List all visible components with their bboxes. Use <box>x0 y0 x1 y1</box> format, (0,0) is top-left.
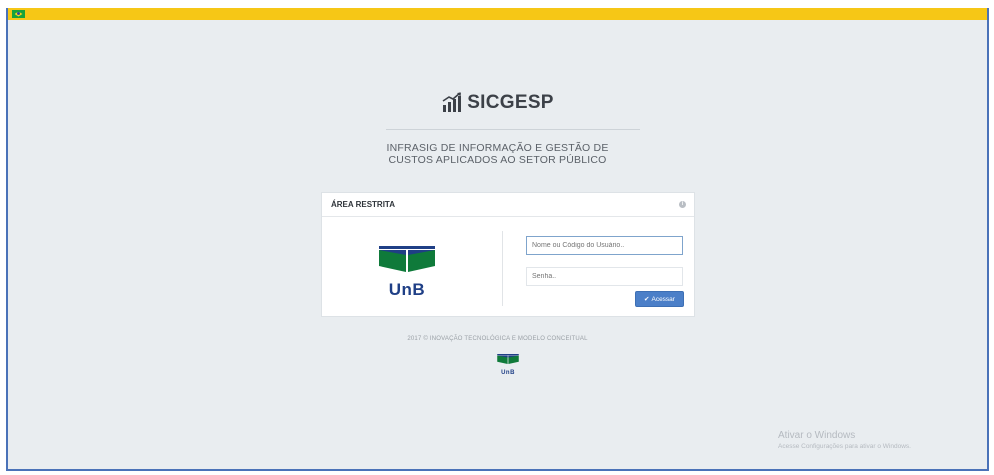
unb-logo-text: UnB <box>388 280 426 299</box>
footer-unb-logo: UnB <box>497 351 519 376</box>
subtitle-line-2: CUSTOS APLICADOS AO SETOR PÚBLICO <box>388 154 607 166</box>
unb-logo: UnB <box>379 246 435 300</box>
windows-activation-watermark: Ativar o Windows Acesse Configurações pa… <box>778 430 911 450</box>
login-panel-header: ÁREA RESTRITA i <box>322 193 694 217</box>
app-subtitle: INFRASIG DE INFORMAÇÃO E GESTÃO DE CUSTO… <box>8 142 987 166</box>
app-logo: SICGESP <box>8 92 987 114</box>
chart-growth-icon <box>442 92 462 112</box>
login-button-label: Acessar <box>651 295 675 303</box>
subtitle-line-1: INFRASIG DE INFORMAÇÃO E GESTÃO DE <box>386 142 609 154</box>
app-name: SICGESP <box>467 92 554 113</box>
login-panel: ÁREA RESTRITA i UnB ✔ Acessar <box>321 192 695 317</box>
unb-emblem-icon <box>379 246 435 272</box>
watermark-title: Ativar o Windows <box>778 430 856 441</box>
password-input[interactable] <box>526 267 683 286</box>
brazil-flag-icon[interactable] <box>12 10 25 18</box>
footer-copyright: 2017 © INOVAÇÃO TECNOLÓGICA E MODELO CON… <box>407 336 588 342</box>
username-input[interactable] <box>526 236 683 255</box>
panel-separator <box>502 231 503 306</box>
login-panel-title: ÁREA RESTRITA <box>331 200 395 209</box>
browser-viewport: SICGESP INFRASIG DE INFORMAÇÃO E GESTÃO … <box>6 8 989 471</box>
login-button[interactable]: ✔ Acessar <box>635 291 684 307</box>
watermark-subtitle: Acesse Configurações para ativar o Windo… <box>778 443 911 450</box>
unb-emblem-small-icon <box>497 354 519 364</box>
info-icon[interactable]: i <box>679 201 686 208</box>
government-top-bar <box>8 8 987 20</box>
footer-unb-text: UnB <box>501 370 515 376</box>
check-icon: ✔ <box>644 296 650 303</box>
header-divider <box>386 129 640 130</box>
